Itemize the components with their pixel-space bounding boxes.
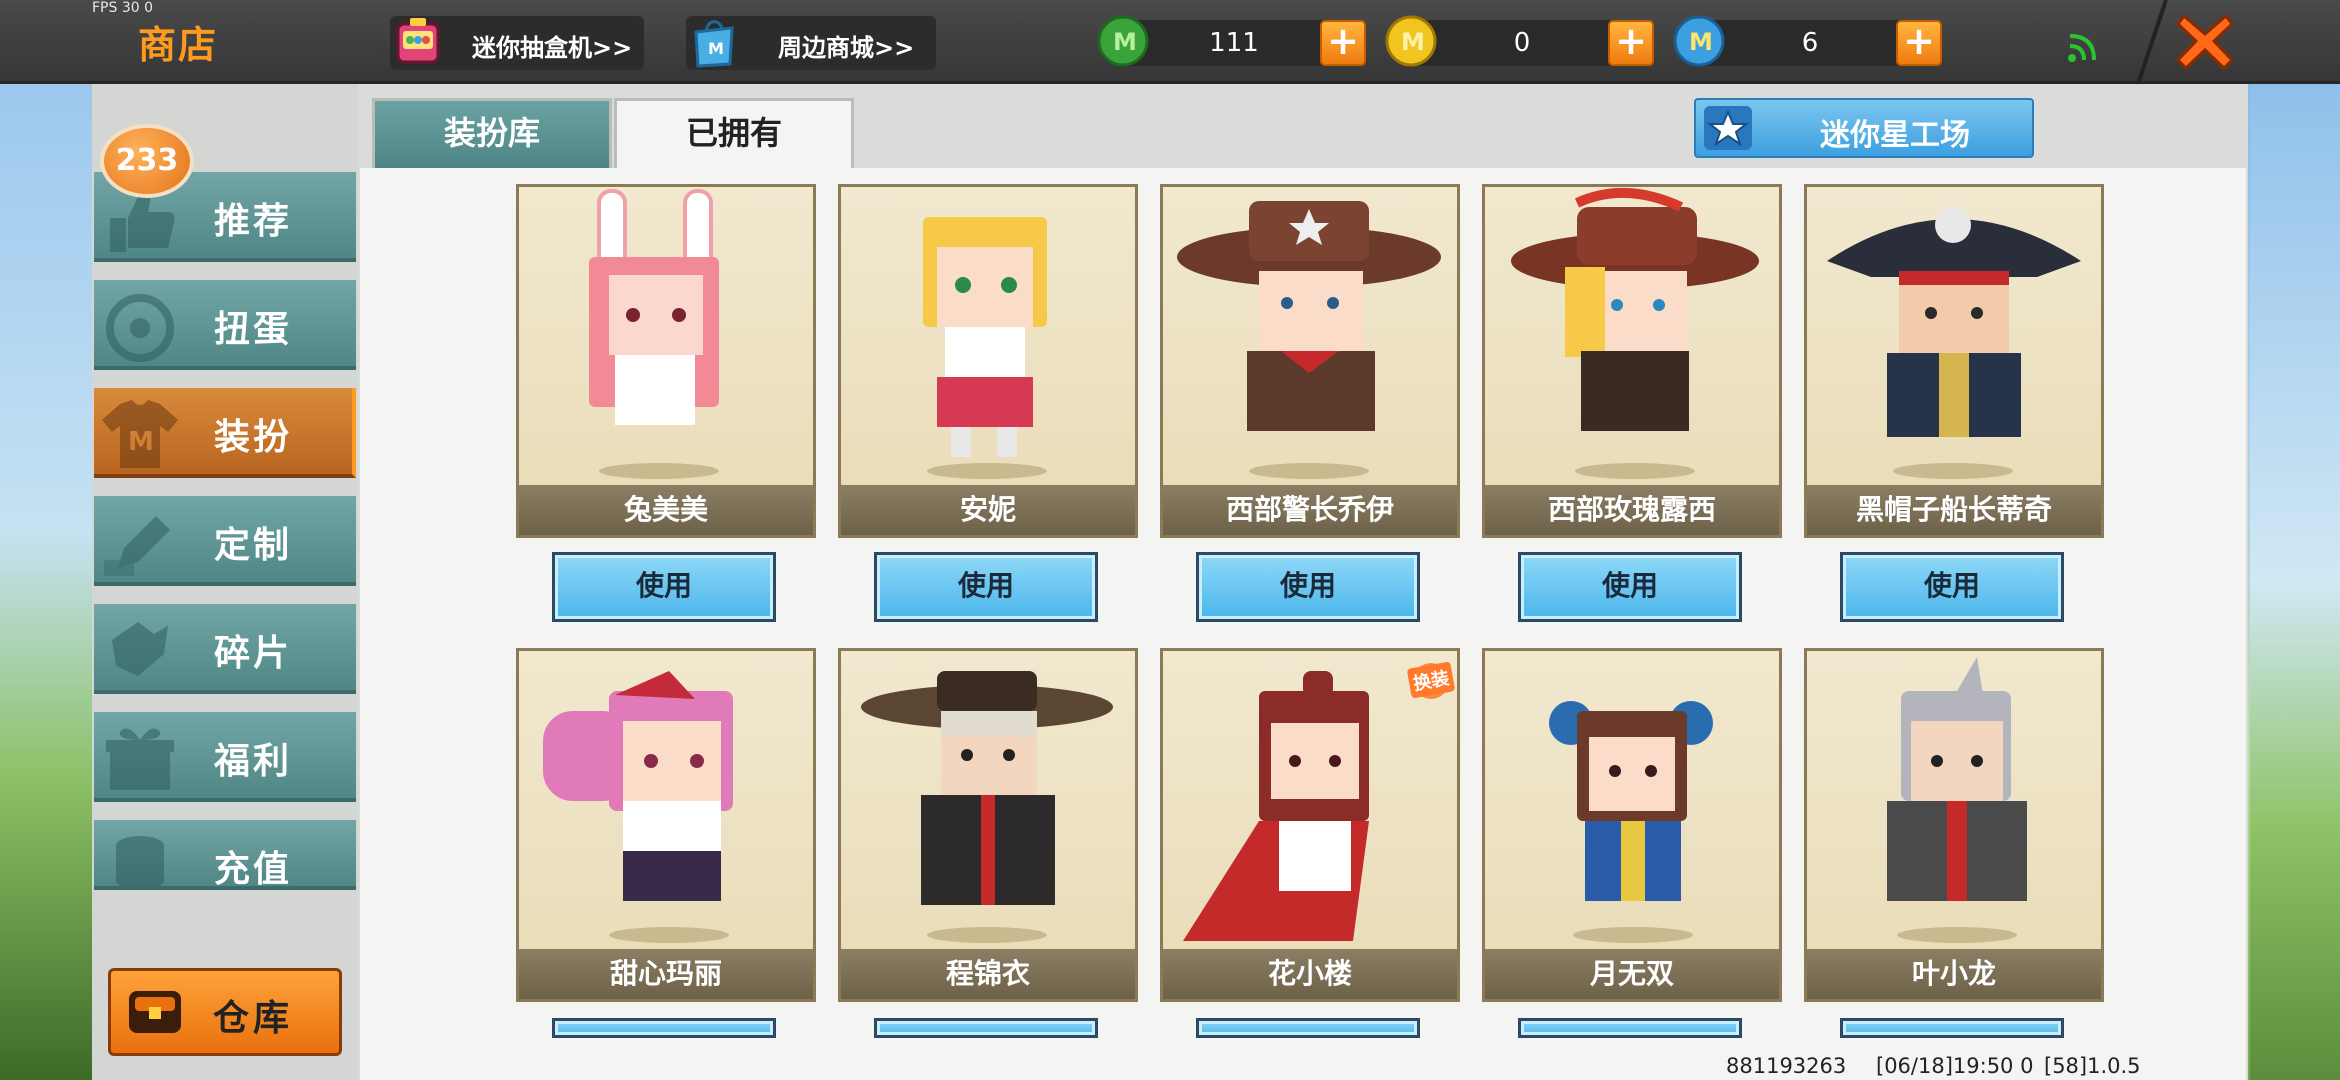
character-portrait [1549, 701, 1713, 943]
skin-name: 叶小龙 [1807, 949, 2101, 999]
sidebar-item-label: 推荐 [214, 201, 293, 242]
sidebar-item-label: 碎片 [214, 633, 293, 674]
gift-icon [106, 728, 174, 790]
skin-card[interactable]: 叶小龙 [1804, 648, 2104, 1002]
character-portrait [1887, 657, 2027, 943]
tab-owned[interactable]: 已拥有 [614, 98, 854, 172]
page-title: 商店 [138, 23, 219, 67]
skin-name: 兔美美 [519, 485, 813, 535]
use-button[interactable] [1840, 1018, 2064, 1038]
tshirt-icon: M [102, 400, 178, 468]
skin-card[interactable]: 月无双 [1482, 648, 1782, 1002]
game-background-left [0, 84, 100, 1080]
gem-count: 111 [1209, 28, 1259, 58]
skin-name: 花小楼 [1163, 949, 1457, 999]
capsule-machine-link[interactable]: 迷你抽盒机>> [390, 16, 644, 70]
shopping-bag-icon: M [694, 20, 734, 68]
merch-store-label: 周边商城>> [778, 34, 915, 62]
gold-coin-icon: M [1385, 15, 1437, 67]
chest-icon [129, 991, 181, 1033]
mini-workshop-label: 迷你星工场 [1820, 118, 1970, 153]
svg-text:M: M [708, 39, 724, 58]
merch-store-link[interactable]: M 周边商城>> [686, 16, 936, 70]
star-icon [1704, 106, 1752, 150]
top-bar: FPS 30 0 商店 迷你抽盒机>> M 周边商城>> 111 M + 0 M… [0, 0, 2340, 84]
skin-card[interactable]: 程锦衣 [838, 648, 1138, 1002]
use-button[interactable]: 使用 [874, 552, 1098, 622]
coins-icon [116, 836, 164, 886]
sidebar-item-label: 充值 [214, 849, 293, 890]
warehouse-button[interactable]: 仓库 [108, 968, 342, 1056]
use-button[interactable] [874, 1018, 1098, 1038]
blue-mini-coin-icon: M [1673, 15, 1725, 67]
svg-text:M: M [128, 427, 154, 457]
character-portrait [1827, 207, 2081, 479]
add-coins-button[interactable]: + [1608, 20, 1654, 66]
timestamp: [06/18]19:50 0 [1876, 1054, 2034, 1078]
skin-card[interactable]: 安妮 [838, 184, 1138, 538]
capsule-icon [106, 294, 174, 362]
sidebar-item-fragments[interactable]: 碎片 [94, 604, 356, 694]
fragment-icon [112, 622, 168, 676]
skin-card[interactable]: 换装 花小楼 [1160, 648, 1460, 1002]
character-portrait [1177, 201, 1441, 479]
mini-coin-count: 6 [1801, 28, 1819, 58]
use-button[interactable]: 使用 [1518, 552, 1742, 622]
tab-wardrobe[interactable]: 装扮库 [372, 98, 612, 168]
svg-text:M: M [1401, 28, 1425, 56]
pencil-icon [104, 516, 170, 576]
user-id: 881193263 [1726, 1054, 1847, 1078]
sidebar-item-gacha[interactable]: 扭蛋 [94, 280, 356, 370]
add-mini-coins-button[interactable]: + [1896, 20, 1942, 66]
sidebar-item-recharge[interactable]: 充值 [94, 820, 356, 890]
sidebar-item-custom[interactable]: 定制 [94, 496, 356, 586]
use-button[interactable] [552, 1018, 776, 1038]
sidebar-item-label: 扭蛋 [214, 309, 293, 350]
skin-card[interactable]: 甜心玛丽 [516, 648, 816, 1002]
skin-name: 西部警长乔伊 [1163, 485, 1457, 535]
skin-name: 月无双 [1485, 949, 1779, 999]
svg-text:M: M [1689, 28, 1713, 56]
coin-count: 0 [1513, 28, 1531, 58]
capsule-machine-label: 迷你抽盒机>> [472, 34, 633, 62]
use-button[interactable]: 使用 [1196, 552, 1420, 622]
use-button[interactable]: 使用 [1840, 552, 2064, 622]
green-gem-icon: M [1097, 15, 1149, 67]
use-button[interactable] [1518, 1018, 1742, 1038]
signal-icon [2068, 34, 2096, 62]
character-portrait [923, 217, 1047, 479]
skin-card[interactable]: 黑帽子船长蒂奇 [1804, 184, 2104, 538]
mini-workshop-button[interactable]: 迷你星工场 [1694, 98, 2034, 158]
sidebar-item-label: 装扮 [214, 417, 293, 458]
skin-card[interactable]: 西部玫瑰露西 [1482, 184, 1782, 538]
character-portrait [861, 671, 1113, 943]
svg-text:M: M [1113, 28, 1137, 56]
sidebar-item-benefits[interactable]: 福利 [94, 712, 356, 802]
warehouse-label: 仓库 [213, 998, 294, 1039]
character-portrait [543, 671, 733, 943]
character-portrait [589, 189, 719, 479]
close-icon[interactable] [2170, 6, 2240, 76]
use-button[interactable]: 使用 [552, 552, 776, 622]
skin-name: 黑帽子船长蒂奇 [1807, 485, 2101, 535]
character-portrait [1511, 187, 1759, 479]
game-background-right [2250, 84, 2340, 1080]
sidebar-item-outfit[interactable]: M 装扮 [94, 388, 356, 478]
skin-name: 甜心玛丽 [519, 949, 813, 999]
notification-badge: 233 [100, 124, 194, 198]
sidebar-item-label: 福利 [214, 741, 293, 782]
skin-card[interactable]: 兔美美 [516, 184, 816, 538]
sidebar-item-label: 定制 [214, 525, 293, 566]
skin-name: 西部玫瑰露西 [1485, 485, 1779, 535]
skin-card[interactable]: 西部警长乔伊 [1160, 184, 1460, 538]
skin-grid: 兔美美 使用 安妮 使用 西部警长乔伊 使用 西部玫瑰露西 使用 黑帽子船长蒂奇… [360, 168, 2246, 1080]
capsule-machine-icon [396, 18, 440, 64]
add-gems-button[interactable]: + [1320, 20, 1366, 66]
use-button[interactable] [1196, 1018, 1420, 1038]
version: [58]1.0.5 [2044, 1054, 2141, 1078]
skin-name: 安妮 [841, 485, 1135, 535]
skin-name: 程锦衣 [841, 949, 1135, 999]
